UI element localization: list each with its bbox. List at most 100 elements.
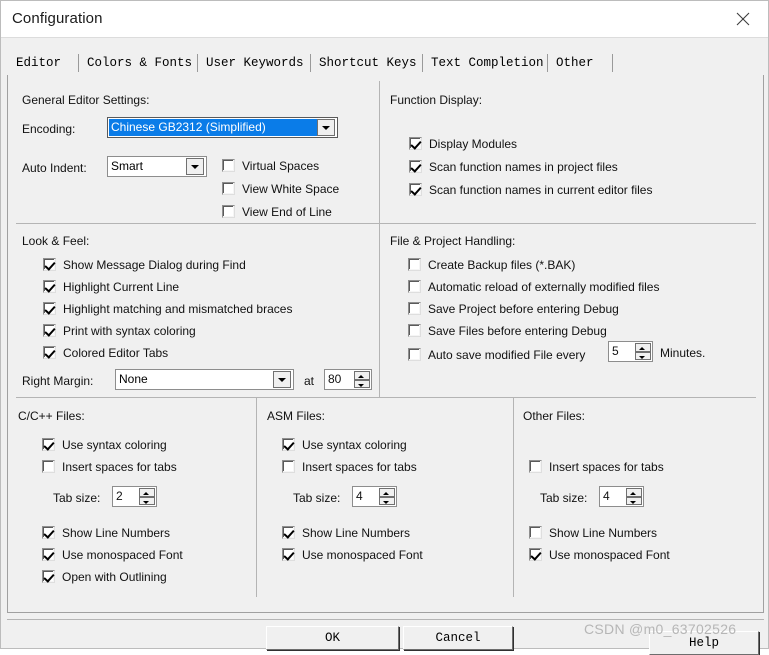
- checkbox-c-insert-spaces-for-tabs[interactable]: Insert spaces for tabs: [42, 458, 177, 475]
- checkbox-box: [282, 438, 295, 451]
- checkbox-auto-save-modified-file[interactable]: Auto save modified File every: [408, 346, 585, 363]
- checkbox-save-project-before-debug[interactable]: Save Project before entering Debug: [408, 300, 619, 317]
- stepper-up-icon[interactable]: [379, 488, 395, 497]
- checkbox-asm-show-line-numbers[interactable]: Show Line Numbers: [282, 524, 410, 541]
- checkbox-colored-editor-tabs[interactable]: Colored Editor Tabs: [43, 344, 168, 361]
- checkbox-box: [409, 137, 422, 150]
- encoding-combobox[interactable]: Chinese GB2312 (Simplified): [107, 117, 338, 138]
- right-margin-column-stepper[interactable]: 80: [324, 369, 372, 390]
- divider-vertical-top: [379, 81, 380, 223]
- auto-indent-combobox[interactable]: Smart: [107, 156, 207, 177]
- asm-tab-size-stepper[interactable]: 4: [352, 486, 397, 507]
- checkbox-other-show-line-numbers[interactable]: Show Line Numbers: [529, 524, 657, 541]
- checkbox-c-use-syntax-coloring[interactable]: Use syntax coloring: [42, 436, 167, 453]
- checkbox-other-insert-spaces-for-tabs[interactable]: Insert spaces for tabs: [529, 458, 664, 475]
- stepper-up-icon[interactable]: [139, 488, 155, 497]
- tab-shortcut-keys[interactable]: Shortcut Keys: [310, 51, 426, 75]
- tab-label: User Keywords: [206, 56, 304, 70]
- checkbox-virtual-spaces[interactable]: Virtual Spaces: [222, 157, 319, 174]
- checkbox-label: Use syntax coloring: [302, 437, 407, 452]
- chevron-down-icon[interactable]: [317, 119, 335, 136]
- ok-button[interactable]: OK: [266, 626, 399, 650]
- checkbox-label: Highlight Current Line: [63, 279, 180, 294]
- help-button[interactable]: Help: [649, 631, 759, 655]
- chevron-down-icon[interactable]: [186, 158, 204, 175]
- tab-label: Text Completion: [431, 56, 544, 70]
- checkbox-label: Show Line Numbers: [302, 525, 411, 540]
- tab-label: Other: [556, 56, 594, 70]
- checkbox-box: [408, 302, 421, 315]
- checkbox-view-white-space[interactable]: View White Space: [222, 180, 339, 197]
- checkbox-box: [43, 280, 56, 293]
- stepper-down-icon[interactable]: [635, 351, 651, 360]
- tab-user-keywords[interactable]: User Keywords: [197, 51, 313, 75]
- checkbox-label: View End of Line: [242, 204, 332, 219]
- checkbox-label: Display Modules: [429, 136, 518, 151]
- checkbox-asm-insert-spaces-for-tabs[interactable]: Insert spaces for tabs: [282, 458, 417, 475]
- checkbox-scan-current-editor-files[interactable]: Scan function names in current editor fi…: [409, 181, 652, 198]
- checkbox-box: [282, 548, 295, 561]
- checkbox-asm-use-syntax-coloring[interactable]: Use syntax coloring: [282, 436, 407, 453]
- checkbox-label: Show Line Numbers: [549, 525, 658, 540]
- checkbox-show-message-dialog[interactable]: Show Message Dialog during Find: [43, 256, 246, 273]
- checkbox-box: [529, 548, 542, 561]
- close-icon[interactable]: [722, 1, 768, 36]
- checkbox-c-use-monospaced-font[interactable]: Use monospaced Font: [42, 546, 183, 563]
- checkbox-label: Scan function names in project files: [429, 159, 618, 174]
- checkbox-box: [43, 324, 56, 337]
- stepper-up-icon[interactable]: [354, 371, 370, 380]
- other-tab-size-stepper[interactable]: 4: [599, 486, 644, 507]
- chevron-down-icon[interactable]: [273, 371, 291, 388]
- stepper-up-icon[interactable]: [626, 488, 642, 497]
- checkbox-automatic-reload[interactable]: Automatic reload of externally modified …: [408, 278, 659, 295]
- checkbox-label: Use monospaced Font: [302, 547, 423, 562]
- stepper-up-icon[interactable]: [635, 343, 651, 352]
- auto-save-minutes-stepper[interactable]: 5: [608, 341, 653, 362]
- checkbox-create-backup-files[interactable]: Create Backup files (*.BAK): [408, 256, 575, 273]
- checkbox-scan-project-files[interactable]: Scan function names in project files: [409, 158, 618, 175]
- function-display-title: Function Display:: [390, 93, 483, 107]
- right-margin-value: None: [119, 372, 148, 386]
- checkbox-label: Save Project before entering Debug: [428, 301, 619, 316]
- right-margin-label: Right Margin:: [22, 374, 94, 388]
- checkbox-other-use-monospaced-font[interactable]: Use monospaced Font: [529, 546, 670, 563]
- checkbox-label: View White Space: [242, 181, 340, 196]
- checkbox-highlight-braces[interactable]: Highlight matching and mismatched braces: [43, 300, 292, 317]
- stepper-down-icon[interactable]: [379, 496, 395, 505]
- checkbox-highlight-current-line[interactable]: Highlight Current Line: [43, 278, 179, 295]
- checkbox-box: [42, 526, 55, 539]
- checkbox-label: Show Message Dialog during Find: [63, 257, 246, 272]
- cancel-button[interactable]: Cancel: [403, 626, 513, 650]
- checkbox-box: [222, 159, 235, 172]
- stepper-down-icon[interactable]: [354, 379, 370, 388]
- checkbox-save-files-before-debug[interactable]: Save Files before entering Debug: [408, 322, 607, 339]
- stepper-down-icon[interactable]: [626, 496, 642, 505]
- checkbox-c-show-line-numbers[interactable]: Show Line Numbers: [42, 524, 170, 541]
- other-tab-size-label: Tab size:: [540, 491, 588, 505]
- checkbox-print-syntax-coloring[interactable]: Print with syntax coloring: [43, 322, 196, 339]
- checkbox-label: Show Line Numbers: [62, 525, 171, 540]
- tab-colors-and-fonts[interactable]: Colors & Fonts: [78, 51, 202, 75]
- tab-text-completion[interactable]: Text Completion: [422, 51, 553, 75]
- encoding-label: Encoding:: [22, 122, 76, 136]
- checkbox-display-modules[interactable]: Display Modules: [409, 135, 517, 152]
- c-cpp-files-title: C/C++ Files:: [18, 409, 85, 423]
- checkbox-label: Auto save modified File every: [428, 347, 586, 362]
- tab-editor[interactable]: Editor: [7, 51, 71, 76]
- checkbox-label: Save Files before entering Debug: [428, 323, 607, 338]
- checkbox-asm-use-monospaced-font[interactable]: Use monospaced Font: [282, 546, 423, 563]
- tab-other[interactable]: Other: [547, 51, 603, 75]
- tab-strip-end: [612, 51, 613, 75]
- checkbox-box: [529, 526, 542, 539]
- checkbox-view-end-of-line[interactable]: View End of Line: [222, 203, 332, 220]
- right-margin-combobox[interactable]: None: [115, 369, 294, 390]
- checkbox-label: Colored Editor Tabs: [63, 345, 169, 360]
- checkbox-box: [409, 160, 422, 173]
- checkbox-c-open-with-outlining[interactable]: Open with Outlining: [42, 568, 167, 585]
- stepper-down-icon[interactable]: [139, 496, 155, 505]
- checkbox-label: Use syntax coloring: [62, 437, 167, 452]
- c-tab-size-stepper[interactable]: 2: [112, 486, 157, 507]
- auto-save-minutes-value: 5: [612, 344, 619, 358]
- checkbox-box: [408, 348, 421, 361]
- tab-label: Editor: [16, 56, 62, 70]
